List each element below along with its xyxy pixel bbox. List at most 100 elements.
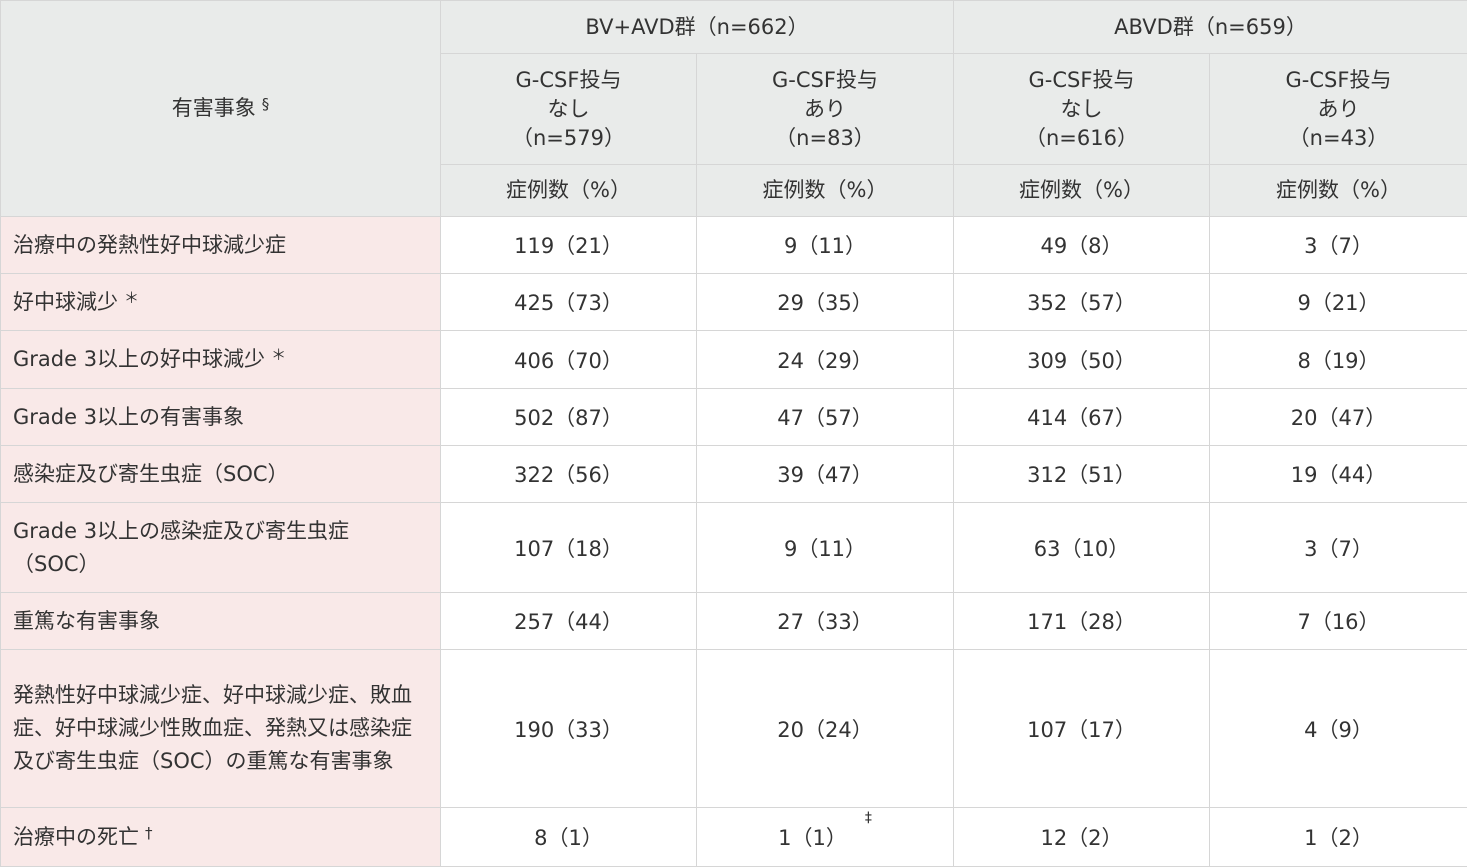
row-label-text: Grade 3以上の有害事象 [13,405,244,429]
group-header-abvd: ABVD群（n=659） [954,1,1467,54]
value-cell: 190（33） [441,650,697,808]
row-label: 感染症及び寄生虫症（SOC） [1,446,441,503]
value-text: 9（11） [784,537,866,561]
row-label: 好中球減少 ＊ [1,274,441,331]
value-footnote-mark: ‡ [865,810,872,826]
row-label: 治療中の発熱性好中球減少症 [1,217,441,274]
row-label: 治療中の死亡† [1,808,441,867]
row-label: 重篤な有害事象 [1,593,441,650]
value-text: 3（7） [1304,537,1373,561]
value-cell: 1（2） [1210,808,1467,867]
value-cell: 107（17） [954,650,1210,808]
value-text: 8（19） [1297,349,1379,373]
row-footnote-mark: † [145,824,153,842]
adverse-events-table: 有害事象§ BV+AVD群（n=662） ABVD群（n=659） G-CSF投… [0,0,1467,867]
value-text: 39（47） [777,463,872,487]
value-cell: 1（1） ‡ [697,808,954,867]
table-row: 感染症及び寄生虫症（SOC） 322（56） 39（47） 312（51） 19（44） [1,446,1467,503]
value-text: 1（1） [778,826,847,850]
row-label-text: 発熱性好中球減少症、好中球減少症、敗血症、好中球減少性敗血症、発熱又は感染症及び… [13,683,412,773]
row-label: Grade 3以上の有害事象 [1,389,441,446]
row-label-text: 好中球減少 [13,290,118,314]
value-text: 63（10） [1034,537,1129,561]
value-cell: 63（10） [954,503,1210,593]
value-text: 49（8） [1040,234,1122,258]
row-label-text: 重篤な有害事象 [13,609,160,633]
value-text: 47（57） [777,406,872,430]
value-text: 107（17） [1027,718,1136,742]
value-text: 27（33） [777,610,872,634]
table-row: 治療中の発熱性好中球減少症 119（21） 9（11） 49（8） 3（7） [1,217,1467,274]
value-cell: 9（21） [1210,274,1467,331]
value-cell: 107（18） [441,503,697,593]
value-text: 171（28） [1027,610,1136,634]
value-cell: 19（44） [1210,446,1467,503]
value-text: 8（1） [534,826,603,850]
value-text: 352（57） [1027,291,1136,315]
row-label-text: 治療中の発熱性好中球減少症 [13,233,286,257]
value-text: 406（70） [514,349,623,373]
value-cell: 24（29） [697,331,954,389]
value-text: 425（73） [514,291,623,315]
value-text: 1（2） [1304,826,1373,850]
header-adverse-event-label: 有害事象 [172,96,256,120]
value-text: 414（67） [1027,406,1136,430]
row-label: Grade 3以上の好中球減少 ＊ [1,331,441,389]
value-cell: 312（51） [954,446,1210,503]
unit-header: 症例数（%） [954,165,1210,217]
value-cell: 4（9） [1210,650,1467,808]
table-row: Grade 3以上の好中球減少 ＊ 406（70） 24（29） 309（50） 8（19… [1,331,1467,389]
value-text: 257（44） [514,610,623,634]
header-footnote-mark: § [262,95,270,113]
value-cell: 414（67） [954,389,1210,446]
value-cell: 406（70） [441,331,697,389]
value-text: 190（33） [514,718,623,742]
value-cell: 9（11） [697,217,954,274]
value-text: 322（56） [514,463,623,487]
value-text: 309（50） [1027,349,1136,373]
value-text: 312（51） [1027,463,1136,487]
row-label-text: Grade 3以上の好中球減少 [13,347,265,371]
value-cell: 257（44） [441,593,697,650]
value-cell: 309（50） [954,331,1210,389]
subgroup-header-bv-avd-gcsf: G-CSF投与あり（n=83） [697,54,954,165]
table-row: Grade 3以上の有害事象502（87）47（57）414（67）20（47） [1,389,1467,446]
value-cell: 12（2） [954,808,1210,867]
table-row: 重篤な有害事象257（44）27（33）171（28）7（16） [1,593,1467,650]
unit-header: 症例数（%） [1210,165,1467,217]
subgroup-header-abvd-no-gcsf: G-CSF投与なし（n=616） [954,54,1210,165]
value-text: 19（44） [1291,463,1386,487]
value-cell: 3（7） [1210,217,1467,274]
value-cell: 29（35） [697,274,954,331]
subgroup-header-abvd-gcsf: G-CSF投与あり（n=43） [1210,54,1467,165]
value-cell: 3（7） [1210,503,1467,593]
row-label-text: 感染症及び寄生虫症（SOC） [13,462,289,486]
value-text: 9（21） [1297,291,1379,315]
value-cell: 49（8） [954,217,1210,274]
unit-header: 症例数（%） [441,165,697,217]
value-cell: 27（33） [697,593,954,650]
value-cell: 8（19） [1210,331,1467,389]
value-cell: 20（24） [697,650,954,808]
row-footnote-mark: ＊ [271,346,286,364]
value-cell: 171（28） [954,593,1210,650]
value-cell: 425（73） [441,274,697,331]
value-text: 3（7） [1304,234,1373,258]
row-label: Grade 3以上の感染症及び寄生虫症（SOC） [1,503,441,593]
value-text: 119（21） [514,234,623,258]
unit-header: 症例数（%） [697,165,954,217]
subgroup-header-bv-avd-no-gcsf: G-CSF投与なし（n=579） [441,54,697,165]
table-row: 治療中の死亡† 8（1） 1（1） ‡ 12（2） 1（2） [1,808,1467,867]
value-text: 9（11） [784,234,866,258]
table-row: 発熱性好中球減少症、好中球減少症、敗血症、好中球減少性敗血症、発熱又は感染症及び… [1,650,1467,808]
value-text: 24（29） [777,349,872,373]
value-cell: 119（21） [441,217,697,274]
value-cell: 39（47） [697,446,954,503]
table-row: 好中球減少 ＊ 425（73） 29（35） 352（57） 9（21） [1,274,1467,331]
value-text: 4（9） [1304,718,1373,742]
row-footnote-mark: ＊ [124,289,139,307]
value-text: 20（24） [777,718,872,742]
row-label: 発熱性好中球減少症、好中球減少症、敗血症、好中球減少性敗血症、発熱又は感染症及び… [1,650,441,808]
value-cell: 8（1） [441,808,697,867]
value-cell: 352（57） [954,274,1210,331]
